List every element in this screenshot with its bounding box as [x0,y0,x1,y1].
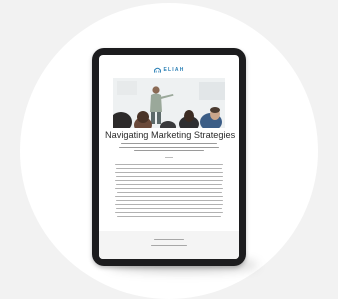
text-line [134,150,204,152]
product-mockup: ELIAH Navigating Marketing Strategies [0,0,338,299]
text-line [151,245,187,247]
text-line [115,211,223,213]
lead-paragraph [119,143,219,154]
text-line [119,146,219,148]
text-line [115,179,223,182]
arch-icon [153,67,161,73]
text-line [116,167,222,170]
text-line [115,164,223,166]
text-line [117,215,221,217]
text-line [116,207,222,209]
text-line [154,239,184,241]
article-title: Navigating Marketing Strategies [105,130,236,140]
hero-image [113,78,225,128]
divider [165,157,173,158]
text-line [115,171,223,174]
text-line [115,175,223,178]
text-line [115,195,223,197]
text-line [121,143,217,145]
body-paragraph [115,164,223,220]
text-line [115,187,223,189]
tablet-device: ELIAH Navigating Marketing Strategies [92,48,246,266]
text-line [116,183,222,186]
text-line [115,203,223,205]
brand-name: ELIAH [163,67,185,73]
text-line [115,199,223,201]
email-footer [99,231,239,259]
text-line [116,191,222,193]
email-preview: ELIAH Navigating Marketing Strategies [99,55,239,259]
brand-logo: ELIAH [99,65,239,75]
footer-text [149,239,189,249]
